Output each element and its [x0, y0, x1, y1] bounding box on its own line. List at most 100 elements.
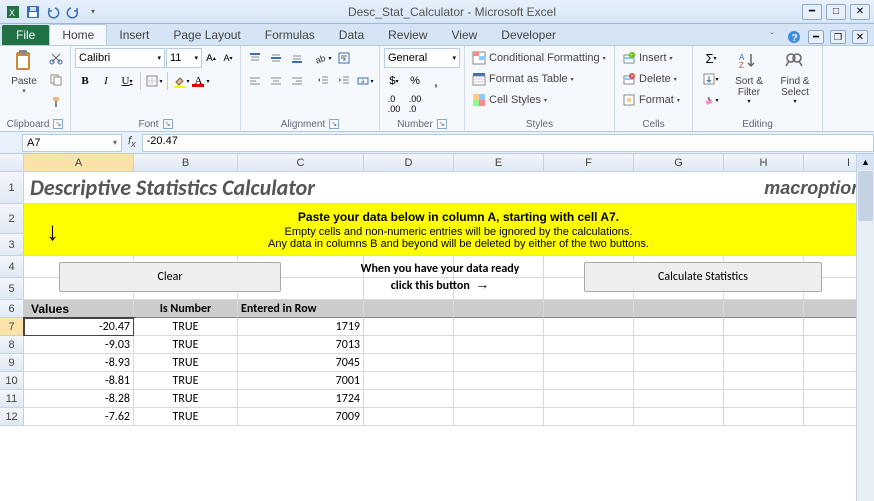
cell[interactable] — [364, 408, 454, 426]
name-box[interactable]: A7▾ — [22, 134, 122, 152]
cell-isnum[interactable]: TRUE — [134, 372, 238, 390]
col-header-F[interactable]: F — [544, 154, 634, 172]
paste-button[interactable]: Paste ▾ — [4, 48, 44, 97]
workbook-close-button[interactable]: ✕ — [852, 30, 868, 44]
cell-value[interactable]: -8.28 — [24, 390, 134, 408]
underline-icon[interactable]: U▾ — [117, 71, 137, 91]
cell[interactable] — [454, 336, 544, 354]
cell[interactable] — [364, 336, 454, 354]
cell-isnum[interactable]: TRUE — [134, 390, 238, 408]
font-size-combo[interactable]: 11▾ — [166, 48, 202, 68]
alignment-launcher[interactable]: ↘ — [329, 119, 339, 129]
row-header-1[interactable]: 1 — [0, 172, 24, 204]
formula-input[interactable]: -20.47 — [142, 134, 874, 152]
cell-entered[interactable]: 7045 — [238, 354, 364, 372]
font-name-combo[interactable]: Calibri▾ — [75, 48, 165, 68]
cell[interactable] — [544, 336, 634, 354]
number-launcher[interactable]: ↘ — [437, 119, 447, 129]
cell-entered[interactable]: 7013 — [238, 336, 364, 354]
increase-decimal-icon[interactable]: .0.00 — [384, 94, 404, 114]
accounting-format-icon[interactable]: $▾ — [384, 71, 404, 91]
cell[interactable] — [724, 390, 804, 408]
row-header-2[interactable]: 2 — [0, 204, 24, 234]
align-middle-icon[interactable] — [266, 48, 286, 68]
col-header-D[interactable]: D — [364, 154, 454, 172]
clear-icon[interactable]: ▾ — [697, 90, 725, 110]
cell[interactable] — [544, 372, 634, 390]
fx-icon[interactable]: fx — [128, 135, 136, 149]
tab-page-layout[interactable]: Page Layout — [161, 25, 252, 45]
cell-value[interactable]: -8.93 — [24, 354, 134, 372]
italic-icon[interactable]: I — [96, 71, 116, 91]
cell[interactable] — [804, 336, 856, 354]
cell[interactable] — [364, 372, 454, 390]
decrease-indent-icon[interactable] — [313, 71, 333, 91]
row-header-7[interactable]: 7 — [0, 318, 24, 336]
cell[interactable] — [724, 408, 804, 426]
cell[interactable] — [804, 408, 856, 426]
tab-view[interactable]: View — [440, 25, 490, 45]
cell[interactable] — [364, 390, 454, 408]
sort-filter-button[interactable]: AZ Sort & Filter▾ — [727, 48, 771, 107]
cell[interactable] — [364, 354, 454, 372]
cell[interactable] — [804, 390, 856, 408]
qat-customize-icon[interactable]: ▾ — [84, 3, 102, 21]
scroll-thumb[interactable] — [858, 171, 873, 221]
cell[interactable] — [724, 372, 804, 390]
col-header-A[interactable]: A — [24, 154, 134, 172]
row-header-9[interactable]: 9 — [0, 354, 24, 372]
cell-entered[interactable]: 7009 — [238, 408, 364, 426]
minimize-ribbon-icon[interactable]: ˇ — [764, 29, 780, 45]
format-cells-button[interactable]: Format▾ — [619, 90, 683, 110]
cell[interactable] — [724, 354, 804, 372]
cell[interactable] — [634, 354, 724, 372]
orientation-icon[interactable]: ab▾ — [313, 48, 333, 68]
cell[interactable] — [544, 318, 634, 336]
col-header-B[interactable]: B — [134, 154, 238, 172]
cell-value[interactable]: -8.81 — [24, 372, 134, 390]
cell-value[interactable]: -20.47 — [24, 318, 134, 336]
tab-developer[interactable]: Developer — [489, 25, 568, 45]
comma-format-icon[interactable]: , — [426, 71, 446, 91]
maximize-button[interactable]: □ — [826, 4, 846, 20]
cell[interactable] — [454, 354, 544, 372]
shrink-font-icon[interactable]: A▾ — [220, 48, 236, 68]
borders-icon[interactable]: ▾ — [144, 71, 164, 91]
cell-value[interactable]: -7.62 — [24, 408, 134, 426]
copy-icon[interactable] — [46, 70, 66, 90]
cell-entered[interactable]: 1724 — [238, 390, 364, 408]
workbook-restore-button[interactable]: ❐ — [830, 30, 846, 44]
grow-font-icon[interactable]: A▴ — [203, 48, 219, 68]
col-header-I[interactable]: I — [804, 154, 856, 172]
align-left-icon[interactable] — [245, 71, 265, 91]
row-header-11[interactable]: 11 — [0, 390, 24, 408]
cut-icon[interactable] — [46, 48, 66, 68]
cell-entered[interactable]: 1719 — [238, 318, 364, 336]
align-bottom-icon[interactable] — [287, 48, 307, 68]
cell[interactable] — [634, 318, 724, 336]
row-header-8[interactable]: 8 — [0, 336, 24, 354]
cell[interactable] — [364, 318, 454, 336]
row-header-12[interactable]: 12 — [0, 408, 24, 426]
decrease-decimal-icon[interactable]: .00.0 — [405, 94, 425, 114]
vertical-scrollbar[interactable]: ▲ — [856, 154, 874, 501]
percent-format-icon[interactable]: % — [405, 71, 425, 91]
format-painter-icon[interactable] — [46, 92, 66, 112]
cell-isnum[interactable]: TRUE — [134, 354, 238, 372]
col-header-E[interactable]: E — [454, 154, 544, 172]
col-header-G[interactable]: G — [634, 154, 724, 172]
cell[interactable] — [804, 318, 856, 336]
cell[interactable] — [634, 372, 724, 390]
align-center-icon[interactable] — [266, 71, 286, 91]
font-launcher[interactable]: ↘ — [163, 119, 173, 129]
wrap-text-icon[interactable] — [334, 48, 354, 68]
align-right-icon[interactable] — [287, 71, 307, 91]
cell[interactable] — [634, 408, 724, 426]
autosum-icon[interactable]: Σ▾ — [697, 48, 725, 68]
undo-icon[interactable] — [44, 3, 62, 21]
close-button[interactable]: ✕ — [850, 4, 870, 20]
cell[interactable] — [804, 372, 856, 390]
tab-home[interactable]: Home — [49, 24, 107, 45]
cell[interactable] — [454, 318, 544, 336]
cell-entered[interactable]: 7001 — [238, 372, 364, 390]
